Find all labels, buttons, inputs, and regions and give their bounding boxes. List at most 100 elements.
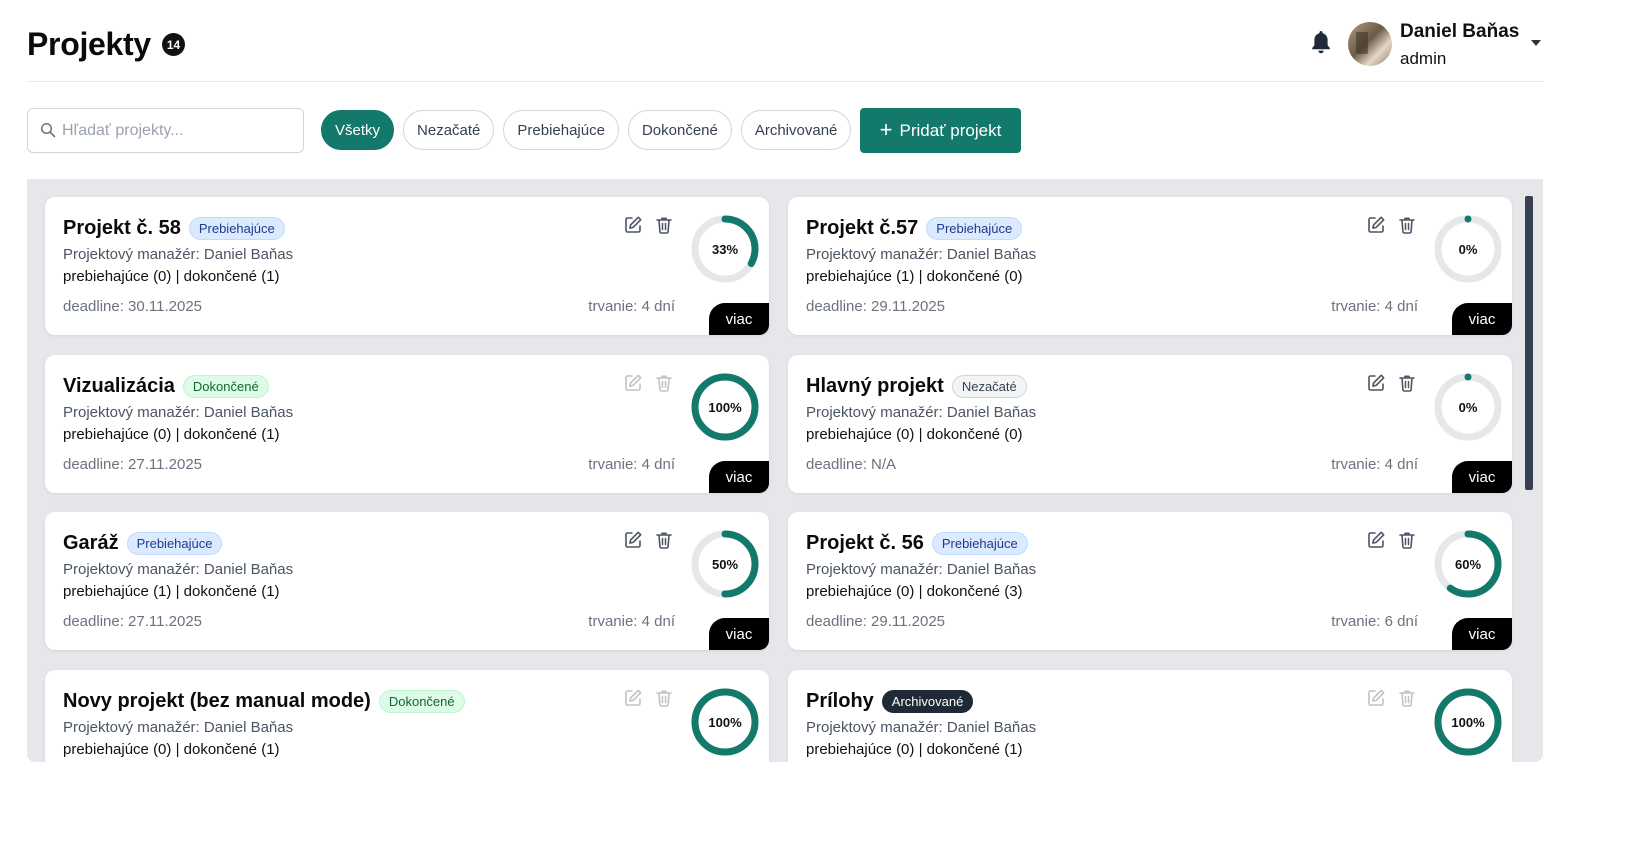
trash-icon [654,688,674,708]
search-input[interactable] [62,109,298,152]
deadline: deadline: 30.11.2025 [63,298,203,315]
edit-icon[interactable] [1366,530,1386,550]
chevron-down-icon[interactable] [1531,40,1541,46]
progress-percent: 50% [711,556,739,572]
project-manager: Projektový manažér: Daniel Baňas [806,404,1037,421]
scrollbar[interactable] [1525,196,1533,490]
deadline: deadline: 27.11.2025 [63,456,203,473]
task-counts: prebiehajúce (1) | dokončené (0) [806,268,1023,285]
status-badge: Archivované [881,690,974,713]
filter-archived[interactable]: Archivované [740,110,852,150]
card-header: Garáž Prebiehajúce [63,532,223,555]
status-badge: Prebiehajúce [926,217,1023,240]
duration: trvanie: 4 dní [1331,298,1418,315]
add-project-label: Pridať projekt [899,120,1002,140]
more-button[interactable]: viac [1452,461,1512,493]
card-header: Prílohy Archivované [806,690,974,713]
bell-icon[interactable] [1309,29,1333,55]
trash-icon[interactable] [1397,530,1417,550]
trash-icon[interactable] [654,215,674,235]
edit-icon [1366,688,1386,708]
project-title[interactable]: Projekt č. 56 [806,532,924,555]
search-icon [40,122,56,138]
search-box[interactable] [27,108,304,153]
duration: trvanie: 4 dní [588,298,675,315]
more-button[interactable]: viac [709,303,769,335]
filter-in-progress[interactable]: Prebiehajúce [503,110,619,150]
trash-icon[interactable] [654,530,674,550]
status-badge: Prebiehajúce [126,532,223,555]
progress-percent: 100% [1451,714,1485,730]
task-counts: prebiehajúce (0) | dokončené (1) [63,741,280,758]
project-manager: Projektový manažér: Daniel Baňas [63,404,294,421]
edit-icon[interactable] [623,530,643,550]
project-manager: Projektový manažér: Daniel Baňas [63,719,294,736]
project-title[interactable]: Garáž [63,532,119,555]
edit-icon[interactable] [1366,373,1386,393]
project-card[interactable]: Vizualizácia Dokončené Projektový manažér:… [45,355,769,493]
status-badge: Dokončené [182,375,269,398]
duration: trvanie: 4 dní [1331,456,1418,473]
card-header: Novy projekt (bez manual mode) Dokončené [63,690,465,713]
more-button[interactable]: viac [709,618,769,650]
deadline: deadline: 29.11.2025 [806,298,946,315]
page-header: Projekty 14 Daniel Baňas admin [27,0,1543,82]
project-card[interactable]: Projekt č.57 Prebiehajúce Projektový manaž… [788,197,1512,335]
project-manager: Projektový manažér: Daniel Baňas [806,561,1037,578]
more-button[interactable]: viac [709,461,769,493]
page-title: Projekty [27,26,151,62]
edit-icon[interactable] [623,215,643,235]
filter-all[interactable]: Všetky [321,110,395,150]
project-title[interactable]: Projekt č.57 [806,217,918,240]
more-button[interactable]: viac [1452,618,1512,650]
avatar[interactable] [1348,22,1392,66]
project-manager: Projektový manažér: Daniel Baňas [806,246,1037,263]
task-counts: prebiehajúce (0) | dokončené (3) [806,583,1023,600]
project-count-badge: 14 [162,33,185,56]
more-button[interactable]: viac [1452,303,1512,335]
project-title[interactable]: Projekt č. 58 [63,217,181,240]
project-card[interactable]: Novy projekt (bez manual mode) Dokončené P… [45,670,769,762]
project-manager: Projektový manažér: Daniel Baňas [806,719,1037,736]
user-name: Daniel Baňas [1400,21,1520,42]
trash-icon[interactable] [1397,215,1417,235]
project-manager: Projektový manažér: Daniel Baňas [63,246,294,263]
card-header: Projekt č.57 Prebiehajúce [806,217,1023,240]
deadline: deadline: N/A [806,456,897,473]
project-title[interactable]: Prílohy [806,690,874,713]
card-header: Vizualizácia Dokončené [63,375,269,398]
project-card[interactable]: Garáž Prebiehajúce Projektový manažér: Dan… [45,512,769,650]
filter-not-started[interactable]: Nezačaté [403,110,495,150]
progress-percent: 100% [708,714,742,730]
status-badge: Prebiehajúce [188,217,285,240]
progress-percent: 0% [1458,399,1478,415]
edit-icon [623,373,643,393]
card-header: Projekt č. 58 Prebiehajúce [63,217,285,240]
progress-percent: 60% [1454,556,1482,572]
duration: trvanie: 4 dní [588,456,675,473]
card-header: Hlavný projekt Nezačaté [806,375,1027,398]
filter-completed[interactable]: Dokončené [627,110,732,150]
add-project-button[interactable]: + Pridať projekt [860,108,1021,153]
project-card[interactable]: Prílohy Archivované Projektový manažér: Da… [788,670,1512,762]
trash-icon [654,373,674,393]
project-card[interactable]: Projekt č. 56 Prebiehajúce Projektový mana… [788,512,1512,650]
progress-percent: 0% [1458,241,1478,257]
task-counts: prebiehajúce (0) | dokončené (1) [806,741,1023,758]
status-badge: Nezačaté [951,375,1027,398]
project-title[interactable]: Hlavný projekt [806,375,944,398]
progress-percent: 100% [708,399,742,415]
project-manager: Projektový manažér: Daniel Baňas [63,561,294,578]
project-title[interactable]: Novy projekt (bez manual mode) [63,690,371,713]
status-badge: Dokončené [378,690,465,713]
project-title[interactable]: Vizualizácia [63,375,175,398]
project-card[interactable]: Hlavný projekt Nezačaté Projektový manažér… [788,355,1512,493]
plus-icon: + [879,116,893,142]
project-card[interactable]: Projekt č. 58 Prebiehajúce Projektový mana… [45,197,769,335]
deadline: deadline: 29.11.2025 [806,613,946,630]
edit-icon [623,688,643,708]
task-counts: prebiehajúce (0) | dokončené (1) [63,426,280,443]
edit-icon[interactable] [1366,215,1386,235]
trash-icon[interactable] [1397,373,1417,393]
task-counts: prebiehajúce (1) | dokončené (1) [63,583,280,600]
